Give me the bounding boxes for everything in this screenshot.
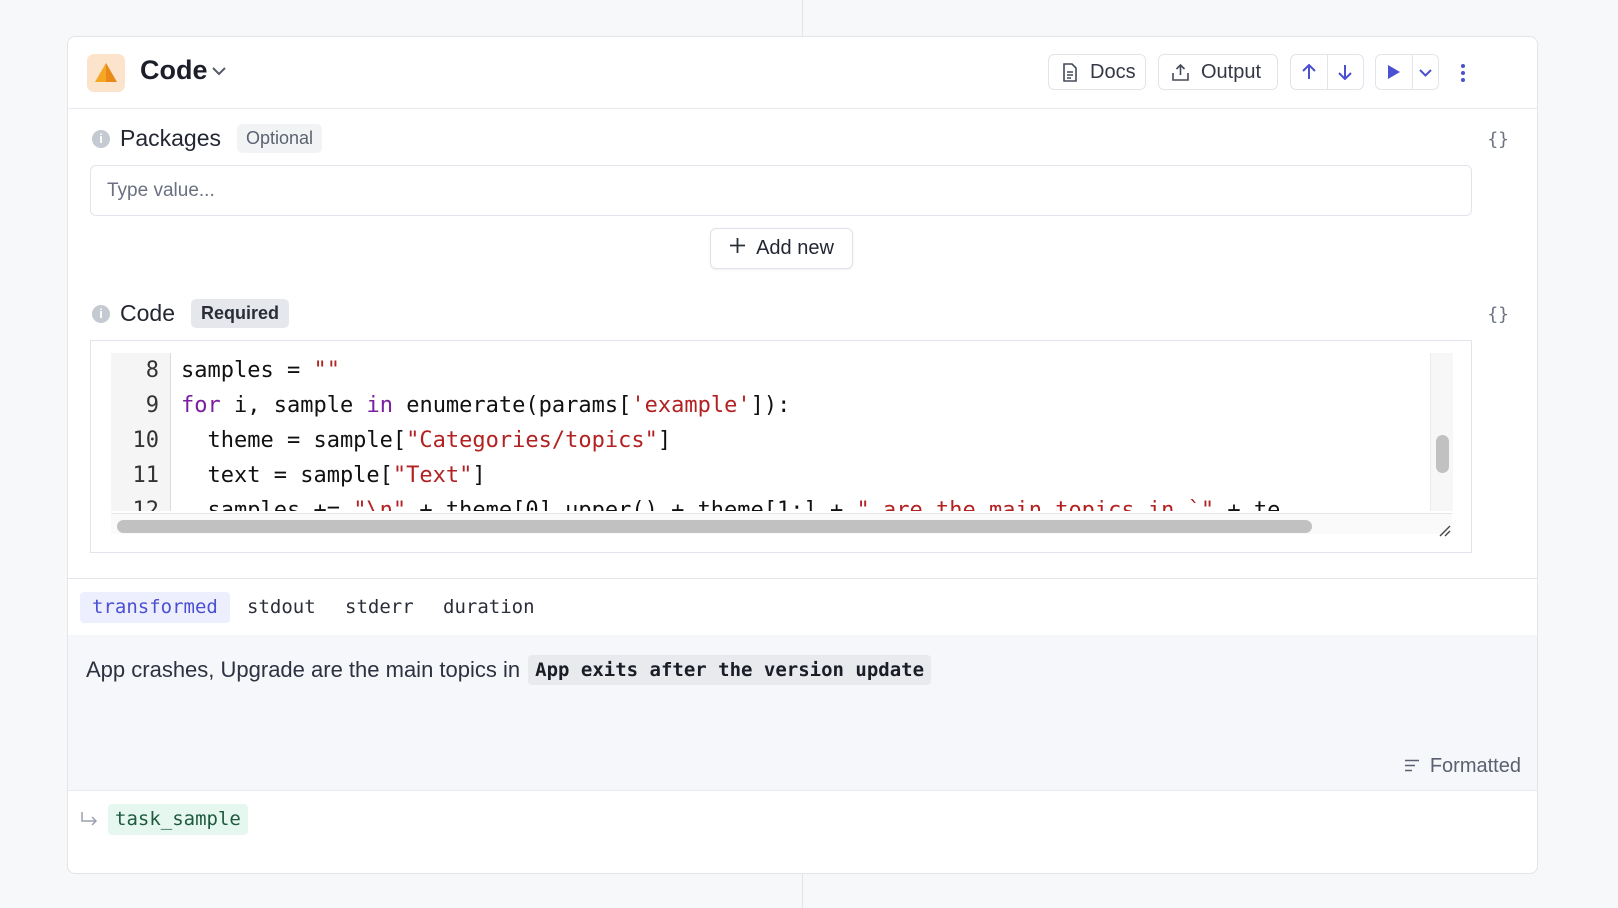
code-token: in: [366, 393, 393, 418]
code-text: samples = "": [181, 353, 340, 388]
line-number: 9: [145, 393, 159, 418]
code-label: Code: [120, 300, 175, 326]
info-icon: i: [92, 304, 110, 323]
move-buttons-group: [1290, 54, 1364, 90]
code-token: text = sample[: [181, 463, 393, 488]
output-label: Output: [1201, 60, 1262, 83]
plus-icon: [729, 237, 746, 260]
code-text: for i, sample in enumerate(params['examp…: [181, 388, 790, 423]
result-text: App crashes, Upgrade are the main topics…: [86, 655, 932, 685]
code-token: "Text": [392, 463, 473, 488]
code-token: for: [181, 393, 221, 418]
run-options-chevron-icon[interactable]: [1413, 66, 1438, 79]
code-token: enumerate(params[: [392, 393, 632, 418]
docs-label: Docs: [1090, 60, 1136, 83]
arrow-up-icon[interactable]: [1291, 55, 1328, 89]
result-text-plain: App crashes, Upgrade are the main topics…: [86, 657, 521, 682]
vertical-scroll-thumb[interactable]: [1436, 435, 1449, 473]
pyramid-icon: [87, 54, 125, 92]
document-icon: [1062, 62, 1078, 82]
arrow-down-icon[interactable]: [1328, 64, 1364, 80]
resize-handle-icon[interactable]: [1437, 523, 1451, 542]
packages-label: Packages: [120, 125, 222, 151]
code-text: samples += "\n" + theme[0].upper() + the…: [181, 493, 1280, 511]
code-token: + te: [1214, 498, 1281, 511]
code-node-card: Code Docs Output i Packages Optional {} …: [67, 36, 1538, 874]
code-label-row: i Code Required: [92, 299, 289, 328]
output-button[interactable]: Output: [1158, 54, 1278, 90]
result-panel: App crashes, Upgrade are the main topics…: [68, 635, 1537, 791]
code-token: samples +=: [181, 498, 354, 511]
line-number: 12: [132, 498, 160, 511]
line-number: 10: [132, 428, 160, 453]
add-new-label: Add new: [756, 237, 834, 259]
optional-badge: Optional: [237, 124, 323, 153]
formatted-label: Formatted: [1429, 755, 1521, 777]
packages-input[interactable]: [90, 165, 1472, 216]
play-icon[interactable]: [1376, 55, 1414, 89]
formatted-toggle[interactable]: Formatted: [1404, 755, 1521, 778]
result-tabs: transformed stdout stderr duration: [68, 578, 1537, 636]
tab-stdout[interactable]: stdout: [235, 592, 328, 623]
code-token: "Categories/topics": [406, 428, 658, 453]
code-token: i, sample: [220, 393, 367, 418]
json-toggle-icon[interactable]: {}: [1487, 129, 1509, 150]
horizontal-scroll-thumb[interactable]: [117, 520, 1312, 533]
code-text: text = sample["Text"]: [181, 458, 486, 493]
code-editor-container: 8 samples = "" 9 for i, sample in enumerate…: [90, 340, 1472, 553]
code-token: ]):: [750, 393, 791, 418]
connector-line-top: [802, 0, 803, 36]
code-token: ]: [472, 463, 486, 488]
code-token: " are the main topics in `": [856, 498, 1215, 511]
result-inline-code: App exits after the version update: [528, 655, 932, 685]
code-token: samples =: [181, 358, 314, 383]
tab-stderr[interactable]: stderr: [333, 592, 426, 623]
node-header: Code Docs Output: [68, 37, 1537, 109]
required-badge: Required: [190, 299, 289, 328]
info-icon: i: [92, 129, 110, 148]
code-token: theme = sample[: [181, 428, 407, 453]
code-text: theme = sample["Categories/topics"]: [181, 423, 671, 458]
horizontal-scrollbar[interactable]: [111, 513, 1452, 534]
line-number: 8: [145, 358, 159, 383]
tab-duration[interactable]: duration: [431, 592, 547, 623]
packages-input-field[interactable]: [105, 178, 1457, 203]
return-arrow-icon: [80, 810, 98, 833]
line-number: 11: [132, 463, 160, 488]
code-token: "\n": [353, 498, 407, 511]
chevron-down-icon[interactable]: [211, 63, 227, 84]
output-variable-row: task_sample: [68, 791, 1537, 873]
add-new-button[interactable]: Add new: [710, 228, 853, 269]
code-token: + theme[0].upper() + theme[1:] +: [406, 498, 857, 511]
run-buttons-group: [1375, 54, 1439, 90]
more-options-icon[interactable]: [1460, 63, 1466, 88]
vertical-scrollbar[interactable]: [1430, 353, 1453, 511]
code-token: 'example': [631, 393, 751, 418]
packages-label-row: i Packages Optional: [92, 124, 323, 153]
json-toggle-icon[interactable]: {}: [1487, 304, 1509, 325]
code-token: "": [313, 358, 340, 383]
docs-button[interactable]: Docs: [1048, 54, 1146, 90]
output-variable-tag[interactable]: task_sample: [108, 804, 248, 835]
tab-transformed[interactable]: transformed: [80, 592, 230, 623]
node-title[interactable]: Code: [140, 55, 208, 86]
connector-line-bottom: [802, 874, 803, 908]
output-icon: [1172, 63, 1189, 81]
code-token: ]: [657, 428, 672, 453]
align-left-icon: [1404, 755, 1420, 778]
code-editor[interactable]: 8 samples = "" 9 for i, sample in enumerate…: [111, 353, 1452, 511]
